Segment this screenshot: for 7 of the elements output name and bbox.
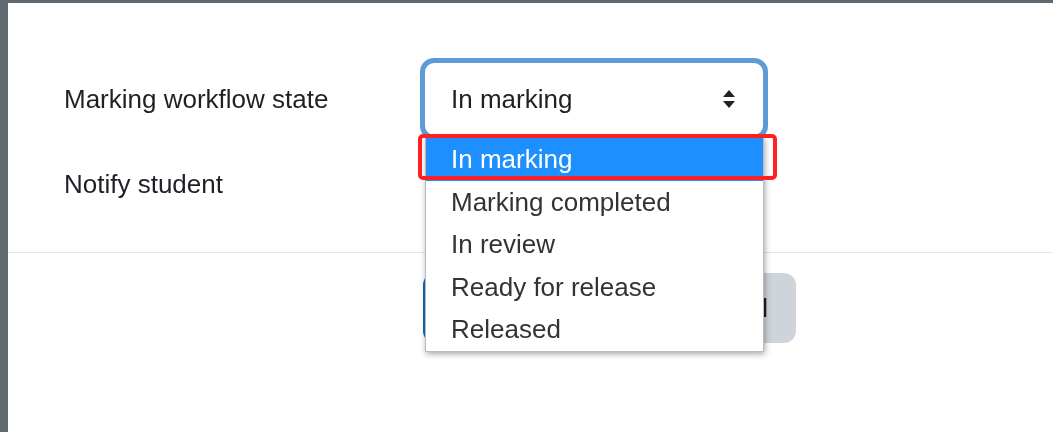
dropdown-option[interactable]: Released	[426, 308, 763, 351]
field-label: Notify student	[64, 168, 224, 200]
sort-caret-icon	[723, 90, 735, 108]
dropdown-option[interactable]: In review	[426, 223, 763, 266]
dropdown-option[interactable]: Marking completed	[426, 180, 763, 223]
field-label: Marking workflow state	[64, 83, 330, 115]
dropdown-option[interactable]: Ready for release	[426, 265, 763, 308]
